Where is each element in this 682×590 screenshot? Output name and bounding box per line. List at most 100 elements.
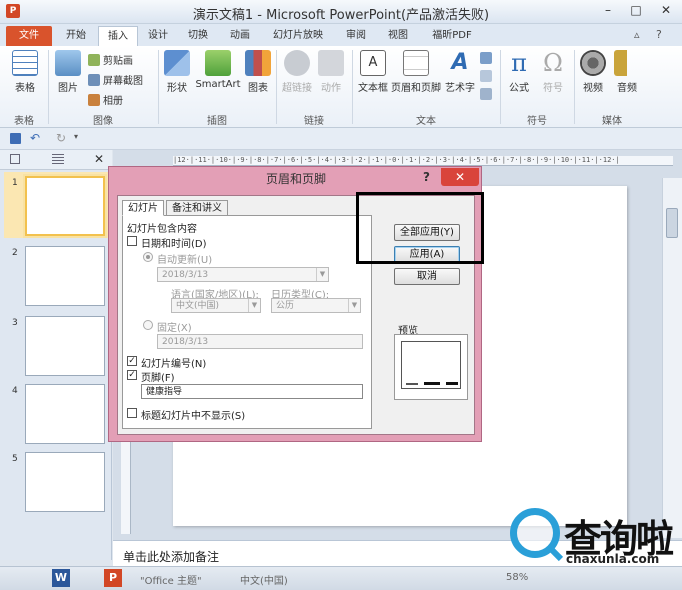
- action-button[interactable]: 动作: [316, 50, 346, 94]
- auto-date-select[interactable]: 2018/3/13 ▼: [157, 267, 329, 282]
- calendar-value: 公历: [276, 301, 295, 311]
- dialog-help-button[interactable]: ?: [423, 170, 430, 184]
- group-label-images: 图像: [93, 116, 113, 127]
- tab-foxit-pdf[interactable]: 福昕PDF: [424, 26, 480, 46]
- minimize-button[interactable]: –: [594, 0, 622, 20]
- calendar-select[interactable]: 公历 ▼: [271, 298, 361, 313]
- vertical-scrollbar[interactable]: [662, 178, 682, 538]
- tab-design[interactable]: 设计: [140, 26, 176, 46]
- wordart-label: 艺术字: [445, 83, 475, 94]
- customize-qat-icon[interactable]: ▾: [74, 132, 78, 141]
- annotation-highlight-box: [356, 192, 484, 264]
- chevron-down-icon: ▼: [316, 268, 328, 281]
- slide-number-checkbox[interactable]: ✓: [127, 356, 137, 366]
- slide-number: 2: [12, 248, 18, 258]
- maximize-button[interactable]: □: [622, 0, 650, 20]
- horizontal-ruler[interactable]: |12·|·11·|·10·|·9·|·8·|·7·|·6·|·5·|·4·|·…: [173, 156, 673, 166]
- date-time-button[interactable]: [480, 52, 492, 64]
- tab-animations[interactable]: 动画: [220, 26, 260, 46]
- header-footer-button[interactable]: 页眉和页脚: [390, 50, 442, 94]
- scrollbar-thumb[interactable]: [666, 208, 678, 238]
- shapes-button[interactable]: 形状: [162, 50, 192, 94]
- picture-label: 图片: [58, 83, 78, 94]
- video-label: 视频: [583, 83, 603, 94]
- tab-insert[interactable]: 插入: [98, 26, 138, 46]
- slide-thumbnail-1[interactable]: [25, 176, 105, 236]
- hyperlink-button[interactable]: 超链接: [280, 50, 314, 94]
- tab-slideshow[interactable]: 幻灯片放映: [262, 26, 334, 46]
- textbox-button[interactable]: A 文本框: [356, 50, 390, 94]
- fixed-label: 固定(X): [157, 323, 192, 334]
- auto-update-radio[interactable]: [143, 252, 153, 262]
- action-label: 动作: [321, 83, 341, 94]
- word-taskbar-icon[interactable]: W: [52, 569, 70, 587]
- textbox-icon: A: [360, 50, 386, 76]
- wordart-button[interactable]: A 艺术字: [444, 50, 476, 94]
- symbol-button[interactable]: Ω 符号: [538, 50, 568, 94]
- tab-notes-handouts[interactable]: 备注和讲义: [166, 200, 228, 216]
- audio-button[interactable]: 音频: [612, 50, 642, 94]
- screenshot-button[interactable]: 屏幕截图: [88, 72, 143, 87]
- picture-button[interactable]: 图片: [52, 50, 84, 94]
- smartart-button[interactable]: SmartArt: [194, 50, 242, 90]
- footer-checkbox[interactable]: ✓: [127, 370, 137, 380]
- cancel-button[interactable]: 取消: [394, 268, 460, 285]
- slide-number-label: 幻灯片编号(N): [141, 359, 207, 370]
- datetime-checkbox[interactable]: [127, 236, 137, 246]
- tab-slide[interactable]: 幻灯片: [122, 200, 164, 216]
- clipart-icon: [88, 53, 100, 66]
- language-select[interactable]: 中文(中国) ▼: [171, 298, 261, 313]
- slide-thumbnail-2[interactable]: [25, 246, 105, 306]
- close-window-button[interactable]: ✕: [650, 0, 682, 20]
- redo-icon[interactable]: ↻: [56, 131, 66, 145]
- group-label-media: 媒体: [602, 116, 622, 127]
- hide-on-title-checkbox[interactable]: [127, 408, 137, 418]
- zoom-level[interactable]: 58%: [506, 572, 528, 583]
- object-button[interactable]: [480, 88, 492, 100]
- slide-thumbnail-5[interactable]: [25, 452, 105, 512]
- group-label-text: 文本: [416, 116, 436, 127]
- equation-label: 公式: [509, 83, 529, 94]
- album-label: 相册: [103, 96, 123, 107]
- tab-file[interactable]: 文件: [6, 26, 52, 46]
- slides-tab-icon[interactable]: [10, 154, 20, 164]
- powerpoint-taskbar-icon[interactable]: P: [104, 569, 122, 587]
- title-bar: P 演示文稿1 - Microsoft PowerPoint(产品激活失败) –…: [0, 0, 682, 24]
- fixed-date-input[interactable]: 2018/3/13: [157, 334, 363, 349]
- equation-button[interactable]: π 公式: [504, 50, 534, 94]
- object-icon: [480, 88, 492, 100]
- preview-footer-placeholder: [424, 382, 440, 385]
- help-icon[interactable]: ?: [656, 28, 662, 41]
- dialog-close-button[interactable]: ✕: [441, 168, 479, 186]
- tab-review[interactable]: 审阅: [338, 26, 374, 46]
- table-button[interactable]: 表格: [8, 50, 42, 94]
- language-status[interactable]: 中文(中国): [240, 572, 288, 587]
- slide-thumbnail-4[interactable]: [25, 384, 105, 444]
- preview-number-placeholder: [446, 382, 458, 385]
- chart-button[interactable]: 图表: [244, 50, 272, 94]
- quick-access-toolbar: ↶ ↻ ▾: [0, 128, 682, 150]
- slide-thumbnail-3[interactable]: [25, 316, 105, 376]
- footer-text-input[interactable]: 健康指导: [141, 384, 363, 399]
- group-label-illustrations: 插图: [207, 116, 227, 127]
- undo-icon[interactable]: ↶: [30, 131, 40, 145]
- video-button[interactable]: 视频: [578, 50, 608, 94]
- save-icon[interactable]: [10, 133, 21, 144]
- fixed-radio[interactable]: [143, 320, 153, 330]
- album-button[interactable]: 相册: [88, 92, 123, 107]
- hyperlink-icon: [284, 50, 310, 76]
- tab-transitions[interactable]: 切换: [180, 26, 216, 46]
- tab-home[interactable]: 开始: [56, 26, 96, 46]
- outline-tab-icon[interactable]: [52, 154, 64, 164]
- slide-number: 4: [12, 386, 18, 396]
- table-icon: [12, 50, 38, 76]
- datetime-label: 日期和时间(D): [141, 239, 207, 250]
- close-pane-icon[interactable]: ✕: [94, 152, 104, 166]
- clipart-button[interactable]: 剪贴画: [88, 52, 133, 67]
- omega-icon: Ω: [543, 49, 563, 77]
- tab-view[interactable]: 视图: [380, 26, 416, 46]
- smartart-icon: [205, 50, 231, 76]
- minimize-ribbon-icon[interactable]: ▵: [634, 28, 640, 41]
- slide-number: 3: [12, 318, 18, 328]
- slide-number-button[interactable]: [480, 70, 492, 82]
